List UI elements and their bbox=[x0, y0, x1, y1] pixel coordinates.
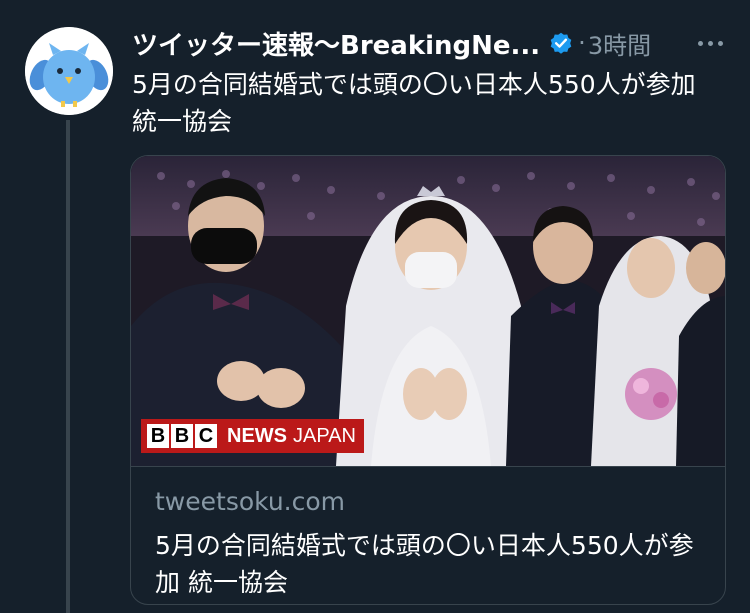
card-title: 5月の合同結婚式では頭の〇い日本人550人が参加 統一協会 bbox=[155, 531, 694, 597]
separator-dot: · bbox=[578, 29, 586, 57]
verified-badge-icon bbox=[550, 32, 572, 54]
bbc-letter-c: C bbox=[195, 424, 217, 448]
display-name[interactable]: ツイッター速報〜BreakingNe... bbox=[132, 25, 540, 62]
bbc-news-text: NEWS bbox=[227, 424, 287, 447]
dot bbox=[717, 40, 723, 46]
link-card[interactable]: B B C NEWS JAPAN tweetsoku.com 5月の合同結婚式で… bbox=[130, 155, 726, 605]
bird-avatar-icon bbox=[25, 27, 113, 115]
more-options-icon[interactable] bbox=[690, 26, 730, 60]
bbc-news-japan-logo: B B C NEWS JAPAN bbox=[141, 419, 364, 453]
card-meta[interactable]: tweetsoku.com 5月の合同結婚式では頭の〇い日本人550人が参加 統… bbox=[131, 466, 725, 604]
bbc-japan-text: JAPAN bbox=[293, 424, 356, 447]
thread-line bbox=[66, 120, 70, 613]
bbc-letter-b2: B bbox=[171, 424, 193, 448]
card-image[interactable]: B B C NEWS JAPAN bbox=[131, 156, 725, 466]
timestamp[interactable]: 3時間 bbox=[588, 26, 651, 61]
tweet-text: 5月の合同結婚式では頭の〇い日本人550人が参加 統一協会 bbox=[132, 70, 696, 136]
bbc-letter-b1: B bbox=[147, 424, 169, 448]
card-domain: tweetsoku.com bbox=[155, 487, 346, 516]
dot bbox=[707, 40, 713, 46]
dot bbox=[697, 40, 703, 46]
tweet-header: ツイッター速報〜BreakingNe... · 3時間 bbox=[132, 25, 730, 62]
avatar[interactable] bbox=[25, 27, 113, 115]
